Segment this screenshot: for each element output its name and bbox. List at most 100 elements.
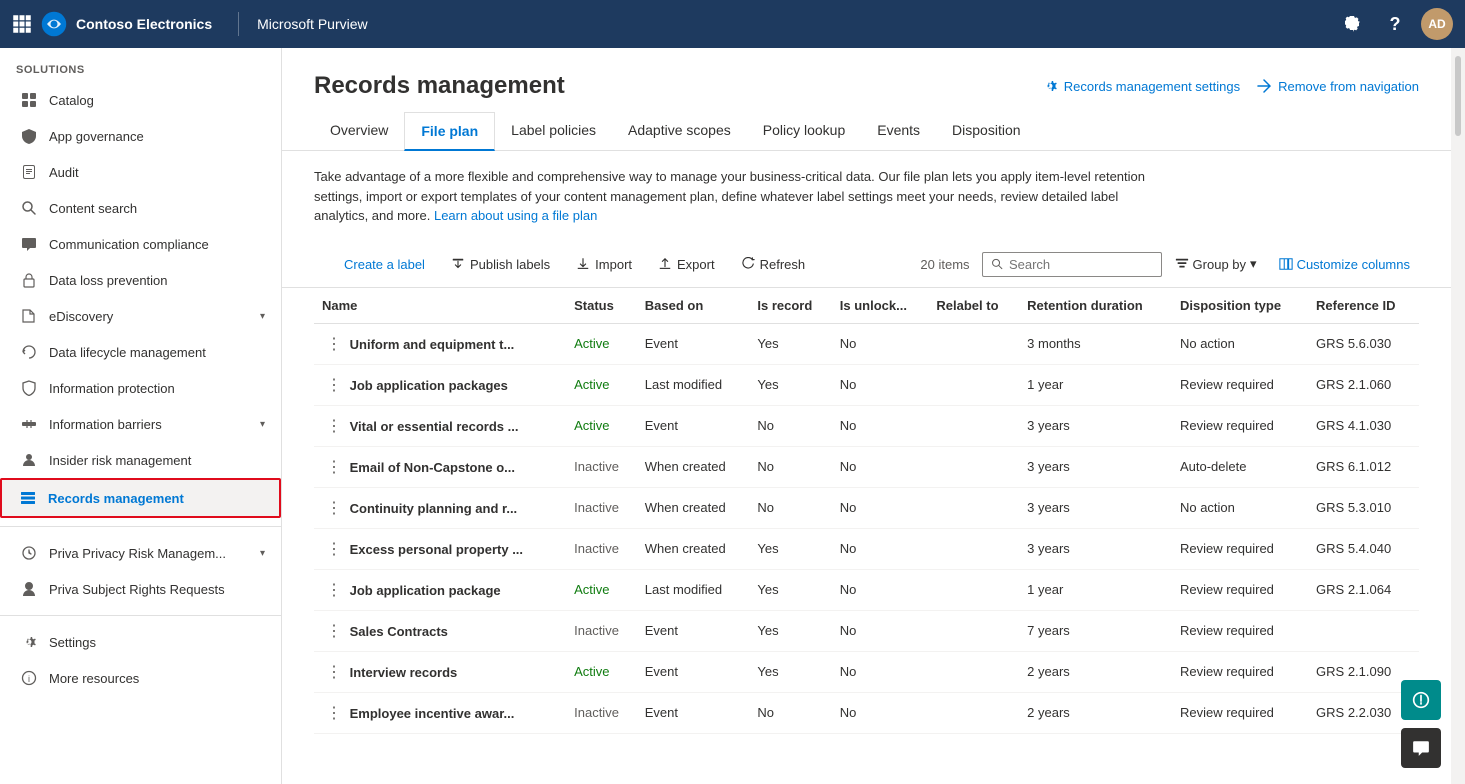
data-lifecycle-icon bbox=[19, 342, 39, 362]
waffle-icon[interactable] bbox=[12, 14, 32, 34]
tab-adaptive-scopes[interactable]: Adaptive scopes bbox=[612, 112, 747, 151]
cell-is-record-3: No bbox=[749, 446, 831, 487]
import-button[interactable]: Import bbox=[565, 250, 643, 279]
row-menu-1[interactable]: ⋮ bbox=[322, 377, 346, 394]
cell-reference-id-0: GRS 5.6.030 bbox=[1308, 323, 1419, 364]
row-menu-3[interactable]: ⋮ bbox=[322, 459, 346, 476]
cell-is-unlock-6: No bbox=[832, 569, 929, 610]
sidebar-item-data-lifecycle[interactable]: Data lifecycle management bbox=[0, 334, 281, 370]
chat-icon bbox=[1412, 739, 1430, 757]
settings-icon[interactable] bbox=[1337, 8, 1369, 40]
sidebar-item-priva-privacy[interactable]: Priva Privacy Risk Managem... ▾ bbox=[0, 535, 281, 571]
tab-bar: Overview File plan Label policies Adapti… bbox=[282, 100, 1451, 151]
sidebar-item-insider-risk[interactable]: Insider risk management bbox=[0, 442, 281, 478]
sidebar-item-audit[interactable]: Audit bbox=[0, 154, 281, 190]
learn-more-link[interactable]: Learn about using a file plan bbox=[434, 208, 597, 223]
col-based-on[interactable]: Based on bbox=[637, 288, 750, 324]
chat-button[interactable] bbox=[1401, 728, 1441, 768]
sidebar-item-information-protection[interactable]: Information protection bbox=[0, 370, 281, 406]
remove-navigation-link[interactable]: Remove from navigation bbox=[1256, 78, 1419, 94]
row-menu-9[interactable]: ⋮ bbox=[322, 705, 346, 722]
sidebar-item-catalog[interactable]: Catalog bbox=[0, 82, 281, 118]
sidebar-item-information-barriers[interactable]: Information barriers ▾ bbox=[0, 406, 281, 442]
row-menu-0[interactable]: ⋮ bbox=[322, 336, 346, 353]
cell-is-unlock-2: No bbox=[832, 405, 929, 446]
search-input[interactable] bbox=[1009, 257, 1153, 272]
col-name[interactable]: Name bbox=[314, 288, 566, 324]
search-box[interactable] bbox=[982, 252, 1162, 277]
content-search-icon bbox=[19, 198, 39, 218]
sidebar-item-communication-compliance[interactable]: Communication compliance bbox=[0, 226, 281, 262]
records-management-settings-link[interactable]: Records management settings bbox=[1042, 78, 1240, 94]
row-menu-8[interactable]: ⋮ bbox=[322, 664, 346, 681]
sidebar-item-ediscovery[interactable]: eDiscovery ▾ bbox=[0, 298, 281, 334]
records-management-label: Records management bbox=[48, 491, 263, 506]
row-menu-7[interactable]: ⋮ bbox=[322, 623, 346, 640]
sidebar-item-more-resources[interactable]: i More resources bbox=[0, 660, 281, 696]
cell-based-on-7: Event bbox=[637, 610, 750, 651]
table-container: Name Status Based on Is record Is unlock… bbox=[282, 288, 1451, 784]
cell-status-4: Inactive bbox=[566, 487, 637, 528]
group-by-button[interactable]: Group by ▾ bbox=[1166, 251, 1266, 277]
row-menu-5[interactable]: ⋮ bbox=[322, 541, 346, 558]
ediscovery-label: eDiscovery bbox=[49, 309, 250, 324]
cell-retention-duration-5: 3 years bbox=[1019, 528, 1172, 569]
cell-status-6: Active bbox=[566, 569, 637, 610]
col-disposition-type[interactable]: Disposition type bbox=[1172, 288, 1308, 324]
cell-based-on-6: Last modified bbox=[637, 569, 750, 610]
cell-status-2: Active bbox=[566, 405, 637, 446]
scroll-thumb[interactable] bbox=[1455, 56, 1461, 136]
app-logo[interactable]: Contoso Electronics bbox=[12, 10, 212, 38]
tab-file-plan[interactable]: File plan bbox=[404, 112, 495, 151]
cell-based-on-2: Event bbox=[637, 405, 750, 446]
cell-relabel-to-4 bbox=[928, 487, 1019, 528]
tab-events[interactable]: Events bbox=[861, 112, 936, 151]
cell-is-record-0: Yes bbox=[749, 323, 831, 364]
cell-disposition-type-2: Review required bbox=[1172, 405, 1308, 446]
cell-is-record-5: Yes bbox=[749, 528, 831, 569]
tab-overview[interactable]: Overview bbox=[314, 112, 404, 151]
help-icon[interactable]: ? bbox=[1379, 8, 1411, 40]
cell-based-on-4: When created bbox=[637, 487, 750, 528]
col-reference-id[interactable]: Reference ID bbox=[1308, 288, 1419, 324]
feedback-button[interactable] bbox=[1401, 680, 1441, 720]
sidebar-item-data-loss-prevention[interactable]: Data loss prevention bbox=[0, 262, 281, 298]
sidebar-item-settings[interactable]: Settings bbox=[0, 624, 281, 660]
sidebar-item-priva-subject[interactable]: Priva Subject Rights Requests bbox=[0, 571, 281, 607]
refresh-button[interactable]: Refresh bbox=[730, 250, 817, 279]
table-row: ⋮ Excess personal property ... Inactive … bbox=[314, 528, 1419, 569]
cell-is-record-9: No bbox=[749, 692, 831, 733]
cell-is-record-1: Yes bbox=[749, 364, 831, 405]
col-is-record[interactable]: Is record bbox=[749, 288, 831, 324]
cell-reference-id-2: GRS 4.1.030 bbox=[1308, 405, 1419, 446]
cell-relabel-to-7 bbox=[928, 610, 1019, 651]
insider-risk-label: Insider risk management bbox=[49, 453, 265, 468]
col-status[interactable]: Status bbox=[566, 288, 637, 324]
customize-columns-button[interactable]: Customize columns bbox=[1270, 252, 1419, 277]
cell-is-unlock-7: No bbox=[832, 610, 929, 651]
col-is-unlock[interactable]: Is unlock... bbox=[832, 288, 929, 324]
content-area: Records management Records management se… bbox=[282, 48, 1451, 784]
tab-disposition[interactable]: Disposition bbox=[936, 112, 1036, 151]
export-button[interactable]: Export bbox=[647, 250, 726, 279]
sidebar-item-app-governance[interactable]: App governance bbox=[0, 118, 281, 154]
create-label-button[interactable]: Create a label bbox=[314, 250, 436, 279]
publish-labels-button[interactable]: Publish labels bbox=[440, 250, 561, 279]
col-retention-duration[interactable]: Retention duration bbox=[1019, 288, 1172, 324]
header-actions: Records management settings Remove from … bbox=[1042, 78, 1419, 94]
row-menu-2[interactable]: ⋮ bbox=[322, 418, 346, 435]
user-avatar[interactable]: AD bbox=[1421, 8, 1453, 40]
col-relabel-to[interactable]: Relabel to bbox=[928, 288, 1019, 324]
tab-policy-lookup[interactable]: Policy lookup bbox=[747, 112, 862, 151]
tab-label-policies[interactable]: Label policies bbox=[495, 112, 612, 151]
cell-is-unlock-4: No bbox=[832, 487, 929, 528]
publish-labels-icon bbox=[451, 257, 465, 271]
scroll-track[interactable] bbox=[1451, 48, 1465, 784]
sidebar-item-content-search[interactable]: Content search bbox=[0, 190, 281, 226]
settings-nav-label: Settings bbox=[49, 635, 265, 650]
sidebar-item-records-management[interactable]: Records management bbox=[0, 478, 281, 518]
row-menu-4[interactable]: ⋮ bbox=[322, 500, 346, 517]
priva-privacy-icon bbox=[19, 543, 39, 563]
row-menu-6[interactable]: ⋮ bbox=[322, 582, 346, 599]
cell-based-on-3: When created bbox=[637, 446, 750, 487]
